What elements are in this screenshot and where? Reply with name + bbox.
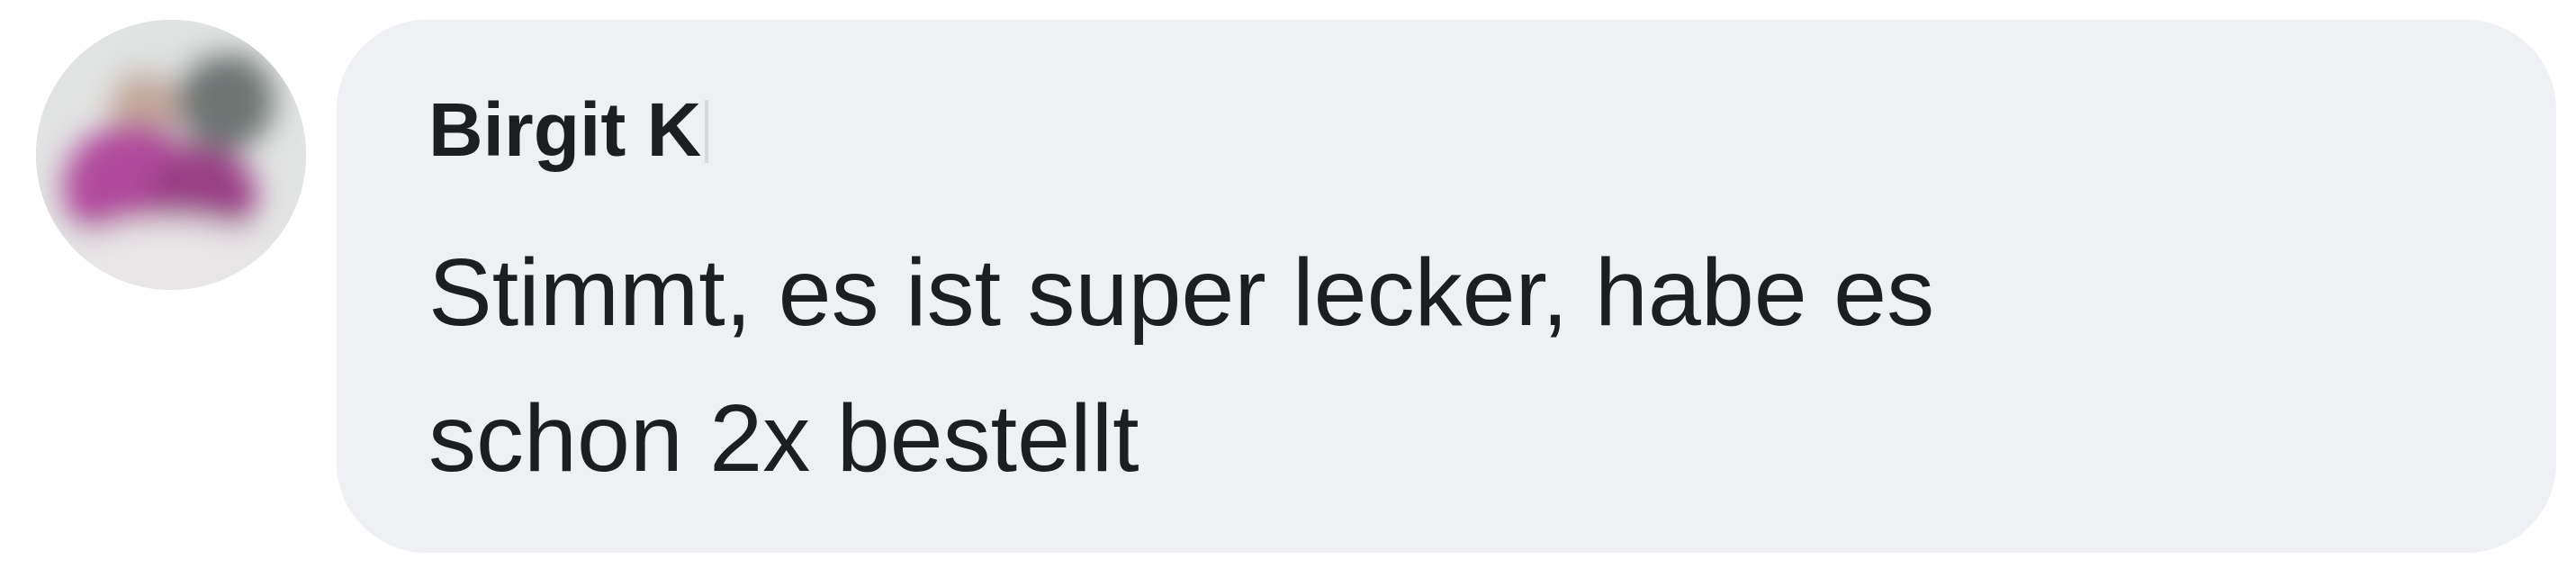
comment-text: Stimmt, es ist super lecker, habe es sch… <box>428 220 2319 511</box>
avatar-photo-icon <box>36 20 306 290</box>
avatar[interactable] <box>36 20 306 290</box>
comment-author[interactable]: Birgit K <box>428 92 709 167</box>
comment-text-line-2: schon 2x bestellt <box>428 385 1139 492</box>
comment-bubble: Birgit K Stimmt, es ist super lecker, ha… <box>337 20 2556 553</box>
author-name[interactable]: Birgit K <box>428 87 701 172</box>
comment-text-line-1: Stimmt, es ist super lecker, habe es <box>428 239 1935 346</box>
text-cursor <box>705 100 709 163</box>
comment: Birgit K Stimmt, es ist super lecker, ha… <box>0 0 2576 569</box>
